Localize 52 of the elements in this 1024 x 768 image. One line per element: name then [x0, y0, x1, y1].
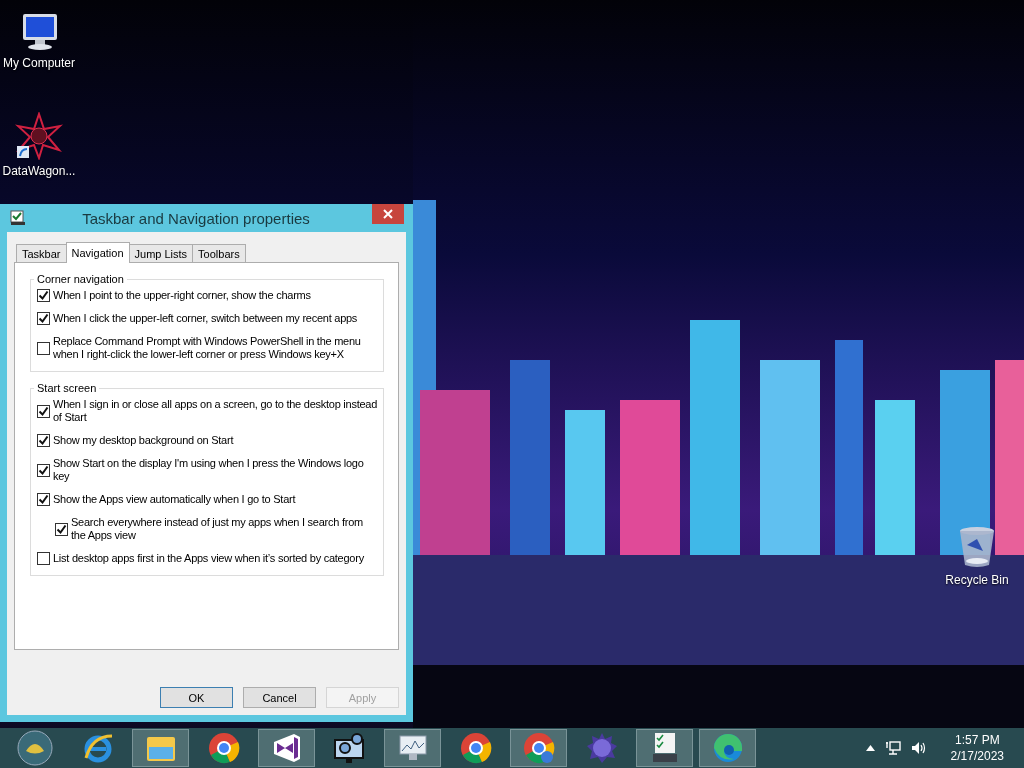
recycle-bin-icon[interactable] [957, 525, 997, 569]
option-label: List desktop apps first in the Apps view when it’s sorted by category [53, 552, 364, 565]
icon-label: Recycle Bin [945, 573, 1009, 587]
close-icon[interactable] [383, 209, 393, 219]
volume-icon[interactable] [910, 740, 927, 756]
chart-monitor-icon[interactable] [396, 733, 429, 763]
checkbox[interactable] [37, 312, 50, 325]
checkbox[interactable] [37, 493, 50, 506]
option-label: When I point to the upper-right corner, show the charms [53, 289, 311, 302]
checkbox[interactable] [37, 341, 50, 355]
checkbox[interactable] [37, 434, 50, 447]
show-hidden-icons-icon[interactable] [865, 745, 875, 751]
checkbox[interactable] [37, 552, 50, 565]
checkbox[interactable] [37, 289, 50, 302]
tab[interactable]: Toolbars [192, 244, 246, 262]
taskbar-button[interactable] [384, 729, 441, 767]
icon-label: DataWagon... [2, 164, 76, 178]
chrome-icon[interactable] [459, 732, 492, 764]
taskbar-button[interactable] [636, 729, 693, 767]
option-label: When I sign in or close all apps on a screen, go to the desktop instead of Start [53, 398, 379, 424]
chrome-icon[interactable] [207, 732, 240, 764]
dialog-button[interactable]: OK [160, 687, 233, 708]
chrome-icon[interactable] [522, 732, 555, 764]
window-title: Taskbar and Navigation properties [81, 209, 311, 227]
gear-monitor-icon[interactable] [332, 732, 367, 764]
clock-time[interactable]: 1:57 PM [954, 732, 1000, 748]
checkbox[interactable] [55, 522, 68, 536]
checkbox[interactable] [37, 404, 50, 418]
option-label: Show the Apps view automatically when I go to Start [53, 493, 296, 506]
close-button[interactable] [372, 204, 404, 224]
dialog-button[interactable]: Cancel [243, 687, 316, 708]
group-title: Start screen [36, 382, 98, 394]
option-label: Show Start on the display I'm using when I press the Windows logo key [53, 457, 365, 483]
group-title: Corner navigation [36, 273, 125, 285]
start-orb-icon[interactable] [15, 729, 54, 767]
option-label: When I click the upper-left corner, switch between my recent apps [53, 312, 358, 325]
tab[interactable]: Jump Lists [128, 244, 194, 262]
checkbox[interactable] [37, 463, 50, 477]
icon-label: My Computer [3, 56, 75, 70]
clock-date[interactable]: 2/17/2023 [950, 748, 1004, 764]
network-icon[interactable] [884, 740, 901, 756]
taskbar-button[interactable] [258, 729, 315, 767]
option-label: Search everywhere instead of just my apps when I search from the Apps view [71, 516, 364, 542]
option-label: Show my desktop background on Start [53, 434, 234, 447]
checklist-icon [10, 210, 26, 226]
checklist-icon[interactable] [650, 732, 679, 764]
edge-icon[interactable] [711, 732, 744, 764]
taskbar-button[interactable] [510, 729, 567, 767]
tab[interactable]: Navigation [65, 242, 130, 263]
option-label: Replace Command Prompt with Windows PowerShell in the menu when I right-click the lower-left corner or press Windows key+X [53, 335, 362, 361]
tab[interactable]: Taskbar [16, 244, 67, 262]
star-logo-icon[interactable] [15, 112, 63, 160]
